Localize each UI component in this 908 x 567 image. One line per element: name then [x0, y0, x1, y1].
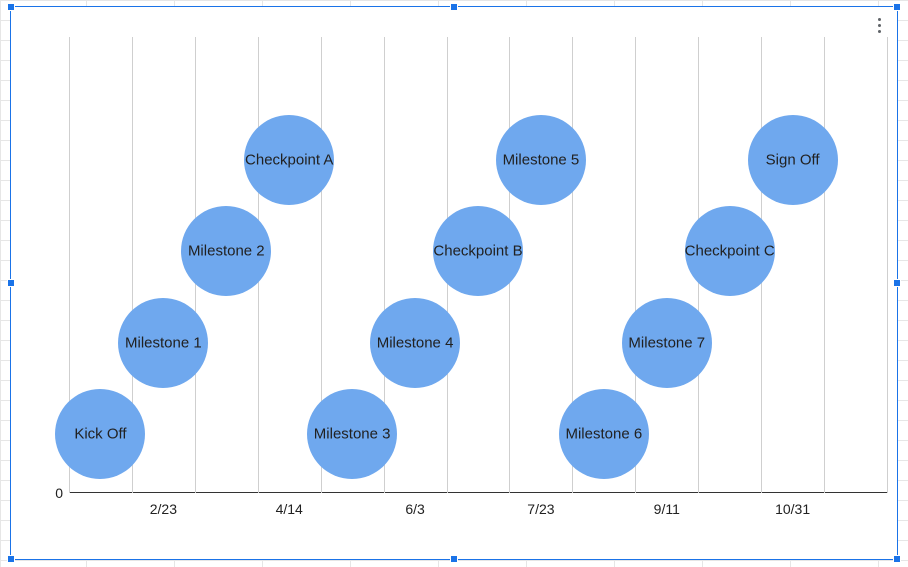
resize-handle-ne[interactable] [893, 3, 901, 11]
chart-more-button[interactable] [869, 13, 889, 37]
more-vertical-icon [878, 24, 881, 27]
x-axis-line [69, 492, 887, 493]
bubble-point[interactable] [748, 115, 838, 205]
resize-handle-sw[interactable] [7, 555, 15, 563]
bubble-point[interactable] [181, 206, 271, 296]
resize-handle-s[interactable] [450, 555, 458, 563]
chart-object[interactable]: Kick OffMilestone 1Milestone 2Checkpoint… [10, 6, 898, 560]
bubble-point[interactable] [244, 115, 334, 205]
bubble-point[interactable] [433, 206, 523, 296]
resize-handle-se[interactable] [893, 555, 901, 563]
x-axis-tick-label: 9/11 [654, 501, 680, 517]
resize-handle-nw[interactable] [7, 3, 15, 11]
bubble-point[interactable] [622, 298, 712, 388]
plot-gridline [824, 37, 825, 493]
x-axis-tick-label: 4/14 [276, 501, 303, 517]
bubble-point[interactable] [370, 298, 460, 388]
y-axis-tick-label: 0 [55, 485, 63, 501]
more-vertical-icon [878, 30, 881, 33]
bubble-point[interactable] [685, 206, 775, 296]
bubble-point[interactable] [55, 389, 145, 479]
x-axis-tick-label: 6/3 [405, 501, 424, 517]
x-axis-tick-label: 7/23 [527, 501, 554, 517]
plot-gridline [887, 37, 888, 493]
more-vertical-icon [878, 18, 881, 21]
bubble-point[interactable] [307, 389, 397, 479]
resize-handle-w[interactable] [7, 279, 15, 287]
bubble-point[interactable] [559, 389, 649, 479]
plot-area[interactable]: Kick OffMilestone 1Milestone 2Checkpoint… [69, 37, 887, 493]
resize-handle-n[interactable] [450, 3, 458, 11]
x-axis-tick-label: 2/23 [150, 501, 177, 517]
resize-handle-e[interactable] [893, 279, 901, 287]
bubble-point[interactable] [496, 115, 586, 205]
bubble-point[interactable] [118, 298, 208, 388]
sheet-gridline [0, 0, 1, 567]
sheet-gridline [0, 0, 908, 1]
x-axis-tick-label: 10/31 [775, 501, 810, 517]
